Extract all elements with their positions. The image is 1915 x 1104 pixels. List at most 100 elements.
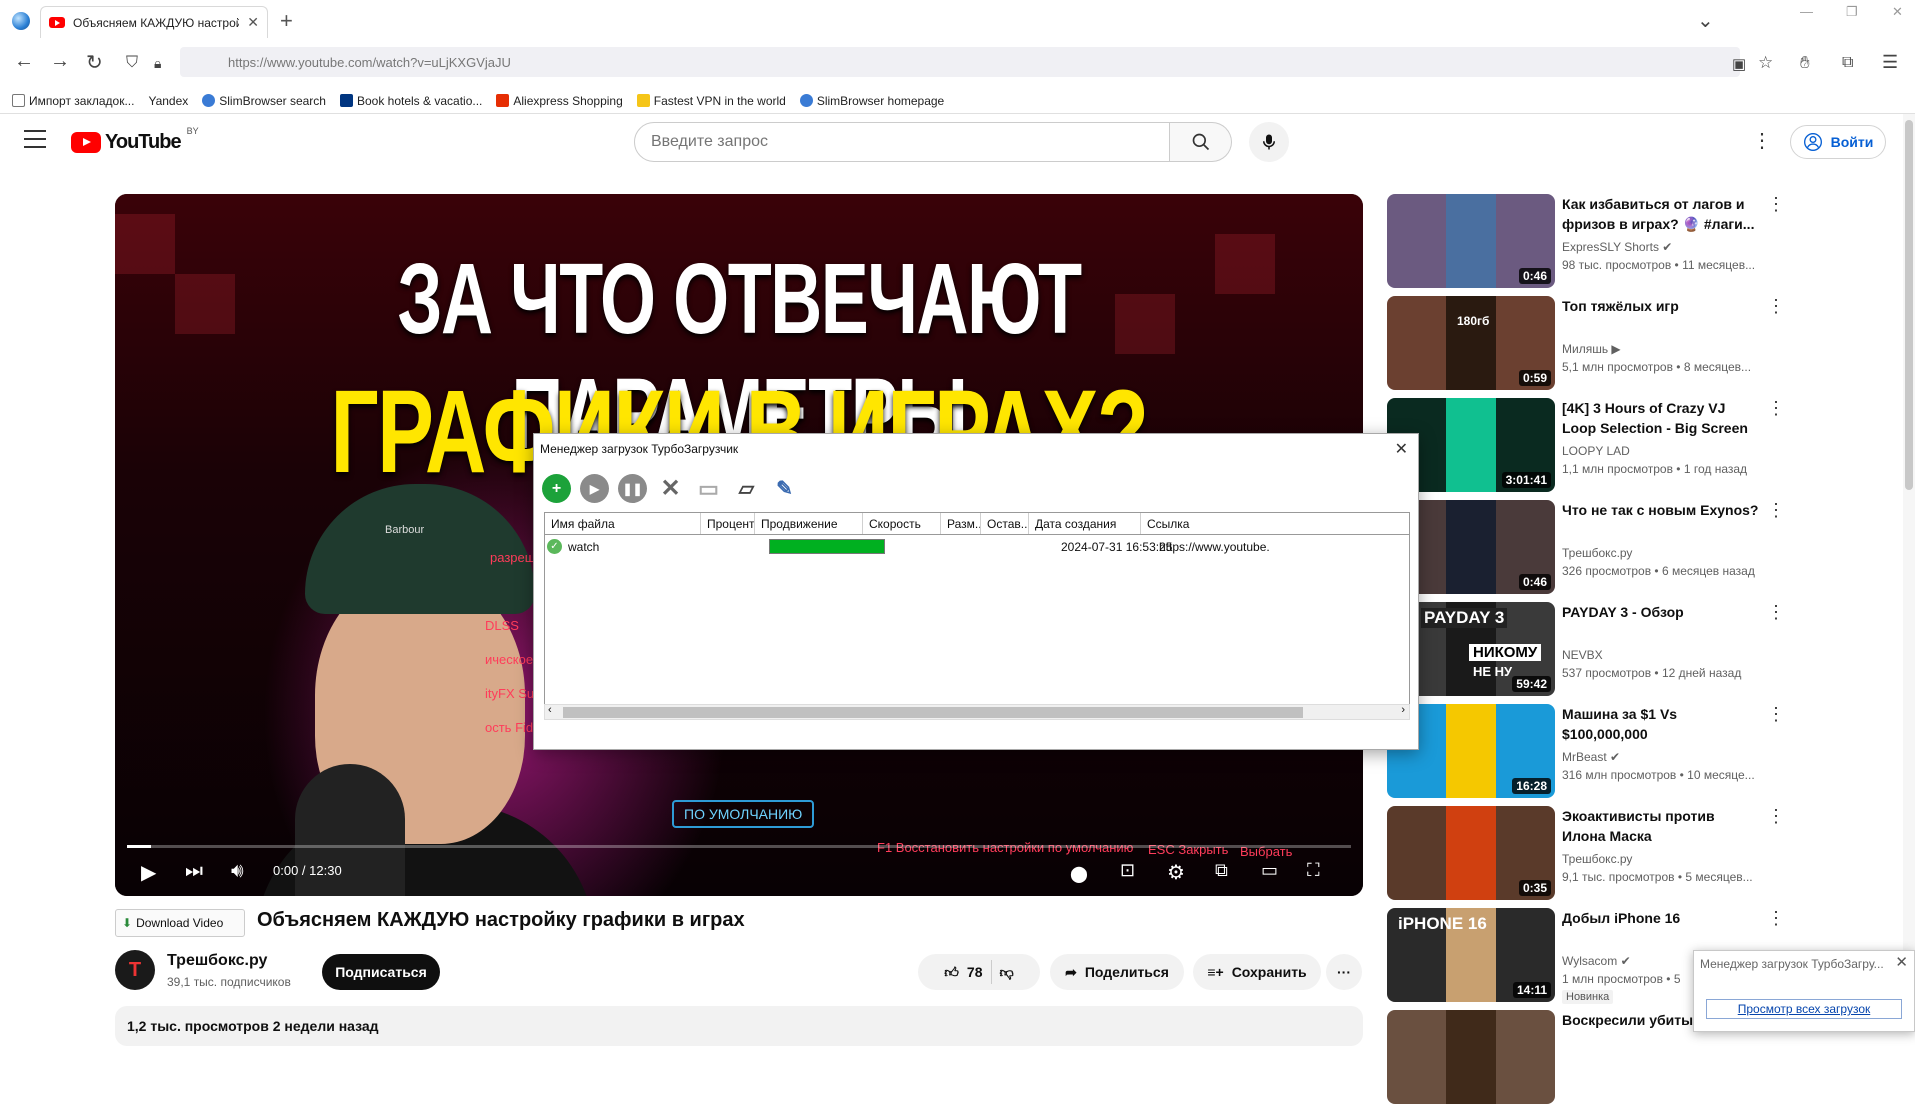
delete-icon[interactable]: ✕ xyxy=(656,474,685,503)
recommendation-more-icon[interactable]: ⋮ xyxy=(1767,602,1785,623)
like-button[interactable]: 👍︎ 78 xyxy=(944,964,982,981)
recommendation-more-icon[interactable]: ⋮ xyxy=(1767,194,1785,215)
volume-icon[interactable]: 🔊︎ xyxy=(231,860,244,883)
subscribe-button[interactable]: Подписаться xyxy=(322,954,440,990)
recommendation-channel[interactable]: Миляшь ▶ xyxy=(1562,342,1621,356)
download-notification[interactable]: Менеджер загрузок ТурбоЗагру... ✕ Просмо… xyxy=(1693,950,1915,1032)
next-video-icon[interactable]: ⏭︎ xyxy=(185,860,203,883)
recommendation-thumbnail[interactable]: 180гб 0:59 xyxy=(1387,296,1555,390)
recommendation-channel[interactable]: NEVBX xyxy=(1562,648,1603,662)
col-header[interactable]: Дата создания xyxy=(1029,513,1141,534)
more-actions-button[interactable]: ··· xyxy=(1326,954,1362,990)
download-video-button[interactable]: ⬇ Download Video xyxy=(115,909,245,937)
description-box[interactable]: 1,2 тыс. просмотров 2 недели назад xyxy=(115,1006,1363,1046)
window-icon[interactable]: ▱ xyxy=(732,474,761,503)
recommendation-card[interactable]: 16:28 Машина за $1 Vs $100,000,000 MrBeast… xyxy=(1387,704,1787,798)
window-close-icon[interactable]: ✕ xyxy=(1892,4,1903,20)
recommendation-card[interactable]: 0:46 Как избавиться от лагов и фризов в и… xyxy=(1387,194,1787,288)
guide-menu-icon[interactable] xyxy=(24,130,46,148)
recommendation-card[interactable]: 0:46 Что не так с новым Exynos? Трешбокс.р… xyxy=(1387,500,1787,594)
col-header[interactable]: Остав... xyxy=(981,513,1029,534)
theater-mode-icon[interactable]: ▭ xyxy=(1261,860,1278,881)
recommendation-title[interactable]: Машина за $1 Vs $100,000,000 xyxy=(1562,704,1762,744)
resume-icon[interactable]: ▶ xyxy=(580,474,609,503)
window-restore-icon[interactable]: ❐ xyxy=(1846,4,1858,20)
back-arrow-icon[interactable]: ← xyxy=(14,50,34,73)
recommendation-more-icon[interactable]: ⋮ xyxy=(1767,296,1785,317)
recommendation-channel[interactable]: ExpresSLY Shorts ✔ xyxy=(1562,240,1672,254)
col-header[interactable]: Процент xyxy=(701,513,755,534)
recommendation-card[interactable]: 180гб 0:59 Топ тяжёлых игр Миляшь ▶ 5,1 млн … xyxy=(1387,296,1787,390)
bookmark-vpn[interactable]: Fastest VPN in the world xyxy=(636,94,786,108)
recommendation-channel[interactable]: LOOPY LAD xyxy=(1562,444,1630,458)
recommendation-channel[interactable]: Трешбокс.ру xyxy=(1562,546,1632,560)
col-header[interactable]: Имя файла xyxy=(545,513,701,534)
bookmark-slimbrowser-home[interactable]: SlimBrowser homepage xyxy=(799,94,944,108)
download-row[interactable]: ✓ watch 2024-07-31 16:53:25 https://www.… xyxy=(545,539,1409,559)
col-header[interactable]: Ссылка xyxy=(1141,513,1409,534)
browser-menu-icon[interactable]: ☰ xyxy=(1882,52,1898,73)
recommendation-more-icon[interactable]: ⋮ xyxy=(1767,398,1785,419)
new-tab-plus-icon[interactable]: + xyxy=(280,8,293,34)
save-button[interactable]: ≡+ Сохранить xyxy=(1193,954,1321,990)
youtube-logo[interactable]: YouTube BY xyxy=(71,126,199,154)
recommendation-thumbnail[interactable]: iPHONE 16 14:11 xyxy=(1387,908,1555,1002)
download-table-hscroll-thumb[interactable] xyxy=(563,707,1303,718)
recommendation-thumbnail[interactable] xyxy=(1387,1010,1555,1104)
bookmark-star-icon[interactable]: ☆ xyxy=(1758,53,1773,73)
recommendation-title[interactable]: [4K] 3 Hours of Crazy VJ Loop Selection … xyxy=(1562,398,1762,438)
autoplay-toggle[interactable]: ⬤ xyxy=(1070,864,1088,884)
dislike-button[interactable]: 👎︎ xyxy=(1000,964,1014,981)
extensions-icon[interactable]: ⧉ xyxy=(1842,54,1853,72)
channel-avatar[interactable]: Т xyxy=(115,950,155,990)
forward-arrow-icon[interactable]: → xyxy=(50,50,70,73)
notes-icon[interactable]: ✎ xyxy=(770,474,799,503)
channel-name[interactable]: Трешбокс.ру xyxy=(167,952,267,970)
search-input[interactable] xyxy=(651,133,1169,151)
open-folder-icon[interactable]: ▭ xyxy=(694,474,723,503)
fullscreen-icon[interactable]: ⛶ xyxy=(1307,860,1320,881)
recommendation-card[interactable]: 3:01:41 [4K] 3 Hours of Crazy VJ Loop Sel… xyxy=(1387,398,1787,492)
settings-more-icon[interactable]: ⋮ xyxy=(1752,128,1772,153)
scroll-left-icon[interactable]: ‹ xyxy=(548,704,552,716)
reader-mode-icon[interactable]: ▣ xyxy=(1732,55,1746,73)
search-box[interactable] xyxy=(634,122,1170,162)
download-table-hscroll[interactable]: ‹ › xyxy=(544,704,1410,720)
page-scrollbar-thumb[interactable] xyxy=(1905,120,1913,490)
recommendation-title[interactable]: Добыл iPhone 16 xyxy=(1562,908,1762,928)
recommendation-title[interactable]: Что не так с новым Exynos? xyxy=(1562,500,1762,520)
shield-icon[interactable]: ⛉ xyxy=(126,54,138,72)
recommendation-more-icon[interactable]: ⋮ xyxy=(1767,908,1785,929)
sign-in-button[interactable]: Войти xyxy=(1790,125,1886,159)
window-minimize-icon[interactable]: — xyxy=(1800,4,1813,19)
tab-close-icon[interactable]: ✕ xyxy=(247,14,259,31)
voice-search-button[interactable] xyxy=(1249,122,1289,162)
recommendation-card[interactable]: PAYDAY 3 НИКОМУ НЕ НУ 59:42 PAYDAY 3 - Обзор… xyxy=(1387,602,1787,696)
download-manager-close-icon[interactable]: ✕ xyxy=(1395,439,1408,459)
recommendation-more-icon[interactable]: ⋮ xyxy=(1767,704,1785,725)
recommendation-title[interactable]: Топ тяжёлых игр xyxy=(1562,296,1762,316)
bookmark-aliexpress[interactable]: Aliexpress Shopping xyxy=(496,94,623,108)
tab-list-chevron-icon[interactable]: ⌄ xyxy=(1697,8,1714,33)
pause-icon[interactable]: ❚❚ xyxy=(618,474,647,503)
col-header[interactable]: Продвижение xyxy=(755,513,863,534)
download-manager-window[interactable]: Менеджер загрузок ТурбоЗагрузчик ✕ + ▶ ❚… xyxy=(533,433,1419,750)
recommendation-more-icon[interactable]: ⋮ xyxy=(1767,806,1785,827)
add-download-icon[interactable]: + xyxy=(542,474,571,503)
url-field[interactable]: https://www.youtube.com/watch?v=uLjKXGVj… xyxy=(180,47,1740,77)
scroll-right-icon[interactable]: › xyxy=(1401,704,1405,716)
recommendation-title[interactable]: PAYDAY 3 - Обзор xyxy=(1562,602,1762,622)
hand-icon[interactable]: ✋︎ xyxy=(1800,53,1810,73)
miniplayer-icon[interactable]: ⧉ xyxy=(1215,860,1228,881)
recommendation-card[interactable]: 0:35 Экоактивисты против Илона Маска Трешб… xyxy=(1387,806,1787,900)
bookmark-import[interactable]: Импорт закладок... xyxy=(12,94,134,108)
recommendation-title[interactable]: Экоактивисты против Илона Маска xyxy=(1562,806,1762,846)
bookmark-yandex[interactable]: Yandex xyxy=(148,94,188,108)
notification-close-icon[interactable]: ✕ xyxy=(1895,953,1908,971)
reload-icon[interactable]: ↻ xyxy=(86,50,103,75)
view-all-downloads-link[interactable]: Просмотр всех загрузок xyxy=(1706,999,1902,1019)
search-button[interactable] xyxy=(1170,122,1232,162)
play-icon[interactable]: ▶ xyxy=(141,860,156,885)
recommendation-thumbnail[interactable]: 0:46 xyxy=(1387,194,1555,288)
download-manager-titlebar[interactable]: Менеджер загрузок ТурбоЗагрузчик xyxy=(534,434,1418,464)
